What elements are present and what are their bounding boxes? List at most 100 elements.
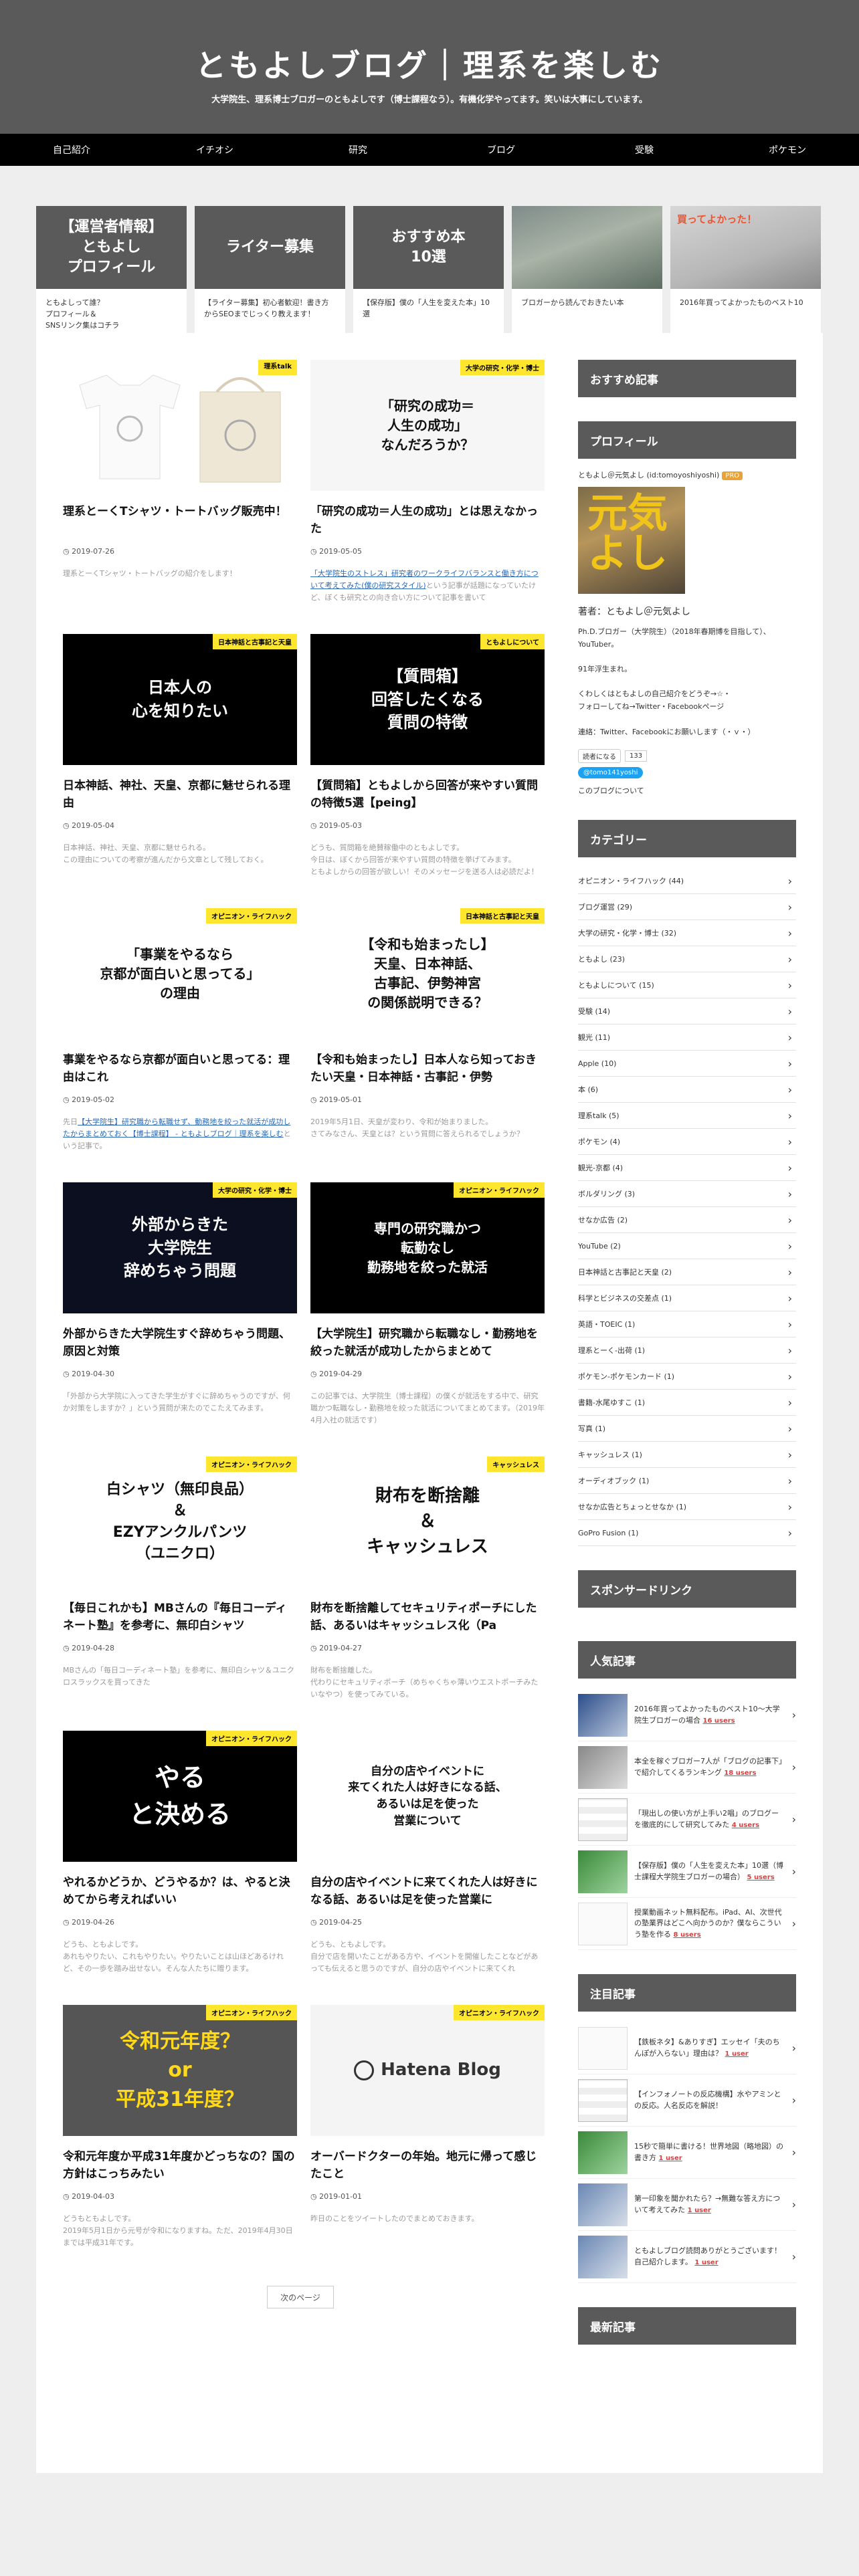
popular-item[interactable]: 【保存版】僕の「人生を変えた本」10選（博士課程大学院生ブロガーの場合） 5 u… — [578, 1846, 796, 1899]
post-tag[interactable]: オピニオン・ライフハック — [206, 908, 297, 924]
post-thumbnail[interactable]: 自分の店やイベントに 来てくれた人は好きになる話、 あるいは足を使った 営業につ… — [310, 1731, 545, 1862]
post-card[interactable]: 日本人の 心を知りたい 日本神話と古事記と天皇 日本神話、神社、天皇、京都に魅せ… — [63, 634, 297, 908]
post-title[interactable]: やれるかどうか、どうやるか？は、やると決めてから考えればいい — [63, 1874, 297, 1910]
post-card[interactable]: 令和元年度？ or 平成31年度？ オピニオン・ライフハック 令和元年度か平成3… — [63, 2005, 297, 2279]
post-tag[interactable]: オピニオン・ライフハック — [206, 1731, 297, 1746]
featured-item[interactable]: 15秒で簡単に書ける！世界地図（略地図）の書き方 1 user › — [578, 2127, 796, 2179]
category-item[interactable]: ともよし (23) › — [578, 946, 796, 973]
profile-id-text[interactable]: ともよし＠元気よし (id:tomoyoshiyoshi) — [578, 471, 719, 479]
site-title[interactable]: ともよしブログ｜理系を楽しむ — [0, 41, 859, 86]
post-thumbnail[interactable]: 【令和も始まったし】 天皇、日本神話、 古事記、伊勢神宮 の関係説明できる？ — [310, 908, 545, 1039]
post-card[interactable]: 【令和も始まったし】 天皇、日本神話、 古事記、伊勢神宮 の関係説明できる？ 日… — [310, 908, 545, 1182]
post-tag[interactable]: ともよしについて — [480, 634, 545, 649]
post-thumbnail[interactable]: 専門の研究職かつ 転勤なし 勤務地を絞った就活 — [310, 1182, 545, 1313]
post-card[interactable]: 「事業をやるなら 京都が面白いと思ってる」 の理由 オピニオン・ライフハック 事… — [63, 908, 297, 1182]
post-card[interactable]: やる と決める オピニオン・ライフハック やれるかどうか、どうやるか？は、やると… — [63, 1731, 297, 2005]
featured-item[interactable]: 【鉄板ネタ】&ありすぎ】エッセイ「夫のちんぽが入らない」理由は？ 1 user › — [578, 2022, 796, 2075]
carousel-card[interactable]: ブロガーから読んでおきたい本 — [512, 206, 662, 342]
bookmark-count[interactable]: 18 users — [724, 1769, 756, 1777]
post-card[interactable]: 専門の研究職かつ 転勤なし 勤務地を絞った就活 オピニオン・ライフハック 【大学… — [310, 1182, 545, 1457]
carousel-card[interactable]: 【運営者情報】 ともよし プロフィール ともよしって誰？ プロフィール＆ SNS… — [36, 206, 187, 342]
about-blog-link[interactable]: このブログについて — [578, 785, 796, 796]
nav-item-pokemon[interactable]: ポケモン — [716, 134, 859, 166]
post-thumbnail[interactable]: 【質問箱】 回答したくなる 質問の特徴 — [310, 634, 545, 765]
category-item[interactable]: 観光 (11) › — [578, 1025, 796, 1051]
category-item[interactable]: 科学とビジネスの交差点 (1) › — [578, 1285, 796, 1312]
category-item[interactable]: ともよしについて (15) › — [578, 972, 796, 999]
category-item[interactable]: ポケモン (4) › — [578, 1129, 796, 1156]
post-tag[interactable]: 大学の研究・化学・博士 — [460, 360, 545, 375]
next-page-button[interactable]: 次のページ — [267, 2286, 334, 2309]
post-card[interactable]: Hatena Blog オピニオン・ライフハック オーバードクターの年始。地元に… — [310, 2005, 545, 2279]
carousel-card[interactable]: ライター募集 【ライター募集】初心者歓迎！書き方からSEOまでじっくり教えます！ — [195, 206, 345, 342]
post-thumbnail[interactable]: 日本人の 心を知りたい — [63, 634, 297, 765]
post-thumbnail[interactable]: 令和元年度？ or 平成31年度？ — [63, 2005, 297, 2136]
featured-item[interactable]: 第一印象を聞かれたら？→無難な答え方について考えてみた 1 user › — [578, 2179, 796, 2232]
bookmark-count[interactable]: 4 users — [732, 1822, 759, 1829]
nav-item-blog[interactable]: ブログ — [430, 134, 573, 166]
post-thumbnail[interactable]: 「研究の成功＝ 人生の成功」 なんだろうか？ — [310, 360, 545, 491]
popular-item[interactable]: 授業動画ネット無料配布。iPad、AI、次世代の塾業界はどこへ向かうのか？僕なら… — [578, 1898, 796, 1951]
category-item[interactable]: 理系talk (5) › — [578, 1103, 796, 1130]
category-item[interactable]: GoPro Fusion (1) › — [578, 1520, 796, 1547]
post-tag[interactable]: 理系talk — [258, 360, 297, 375]
post-tag[interactable]: オピニオン・ライフハック — [454, 2005, 545, 2020]
category-item[interactable]: 本 (6) › — [578, 1077, 796, 1103]
post-title[interactable]: 理系とーくTシャツ・トートバッグ販売中！ — [63, 503, 297, 539]
post-tag[interactable]: キャッシュレス — [487, 1457, 545, 1472]
popular-item[interactable]: 本全を稼ぐブロガー7人が「ブログの記事下」で紹介してくるランキング 18 use… — [578, 1741, 796, 1794]
post-title[interactable]: 【質問箱】ともよしから回答が来やすい質問の特徴5選【peing】 — [310, 777, 545, 813]
bookmark-count[interactable]: 1 user — [688, 2207, 711, 2214]
twitter-follow-button[interactable]: @tomo141yoshi — [578, 767, 644, 779]
bookmark-count[interactable]: 1 user — [725, 2050, 749, 2058]
post-title[interactable]: 事業をやるなら京都が面白いと思ってる：理由はこれ — [63, 1051, 297, 1087]
category-item[interactable]: ボルダリング (3) › — [578, 1181, 796, 1208]
post-tag[interactable]: 大学の研究・化学・博士 — [213, 1182, 297, 1198]
post-tag[interactable]: オピニオン・ライフハック — [206, 1457, 297, 1472]
popular-item[interactable]: 「現出しの使い方が上手い2唱」のブログーを徹底的にして研究してみた 4 user… — [578, 1794, 796, 1846]
post-thumbnail[interactable]: やる と決める — [63, 1731, 297, 1862]
post-title[interactable]: 令和元年度か平成31年度かどっちなの？国の方針はこっちみたい — [63, 2148, 297, 2184]
nav-item-research[interactable]: 研究 — [286, 134, 430, 166]
post-thumbnail[interactable]: 外部からきた 大学院生 辞めちゃう問題 — [63, 1182, 297, 1313]
category-item[interactable]: 書籍-水尾ゆすこ (1) › — [578, 1390, 796, 1416]
post-card[interactable]: 理系talk 理系とーくTシャツ・トートバッグ販売中！ ◷ 2019-07-26… — [63, 360, 297, 634]
nav-item-profile[interactable]: 自己紹介 — [0, 134, 143, 166]
category-item[interactable]: 英語・TOEIC (1) › — [578, 1311, 796, 1338]
bookmark-count[interactable]: 1 user — [694, 2259, 718, 2266]
post-title[interactable]: 日本神話、神社、天皇、京都に魅せられる理由 — [63, 777, 297, 813]
post-title[interactable]: 【令和も始まったし】日本人なら知っておきたい天皇・日本神話・古事記・伊勢 — [310, 1051, 545, 1087]
category-item[interactable]: ポケモン-ポケモンカード (1) › — [578, 1364, 796, 1390]
popular-item[interactable]: 2016年買ってよかったものベスト10〜大学院生ブロガーの場合 16 users… — [578, 1689, 796, 1742]
post-card[interactable]: 「研究の成功＝ 人生の成功」 なんだろうか？ 大学の研究・化学・博士 「研究の成… — [310, 360, 545, 634]
category-item[interactable]: ブログ運営 (29) › — [578, 894, 796, 921]
subscribe-button[interactable]: 読者になる — [578, 749, 621, 764]
category-item[interactable]: 大学の研究・化学・博士 (32) › — [578, 920, 796, 947]
post-thumbnail[interactable]: Hatena Blog — [310, 2005, 545, 2136]
post-tag[interactable]: 日本神話と古事記と天皇 — [460, 908, 545, 924]
category-item[interactable]: 観光-京都 (4) › — [578, 1155, 796, 1182]
post-card[interactable]: 【質問箱】 回答したくなる 質問の特徴 ともよしについて 【質問箱】ともよしから… — [310, 634, 545, 908]
category-item[interactable]: YouTube (2) › — [578, 1233, 796, 1260]
post-title[interactable]: オーバードクターの年始。地元に帰って感じたこと — [310, 2148, 545, 2184]
category-item[interactable]: 受験 (14) › — [578, 998, 796, 1025]
post-title[interactable]: 「研究の成功＝人生の成功」とは思えなかった — [310, 503, 545, 539]
category-item[interactable]: オピニオン・ライフハック (44) › — [578, 868, 796, 895]
post-title[interactable]: 自分の店やイベントに来てくれた人は好きになる話、あるいは足を使った営業に — [310, 1874, 545, 1910]
carousel-card[interactable]: おすすめ本 10選 【保存版】僕の「人生を変えた本」10選 — [353, 206, 504, 342]
post-thumbnail[interactable]: 理系talk — [63, 360, 297, 491]
post-thumbnail[interactable]: 白シャツ（無印良品） ＆ EZYアンクルパンツ （ユニクロ） — [63, 1457, 297, 1588]
excerpt-link[interactable]: 【大学院生】研究職から転職せず、動務地を絞った就活が成功したからまとめておく【博… — [63, 1117, 290, 1138]
carousel-card[interactable]: 買ってよかった！ 2016年買ってよかったものベスト10 — [670, 206, 821, 342]
post-card[interactable]: 自分の店やイベントに 来てくれた人は好きになる話、 あるいは足を使った 営業につ… — [310, 1731, 545, 2005]
post-card[interactable]: 白シャツ（無印良品） ＆ EZYアンクルパンツ （ユニクロ） オピニオン・ライフ… — [63, 1457, 297, 1731]
profile-photo[interactable]: 元気 よし — [578, 487, 685, 594]
featured-item[interactable]: ともよしブログ読問ありがとうございます！自己紹介します。 1 user › — [578, 2231, 796, 2284]
category-item[interactable]: Apple (10) › — [578, 1051, 796, 1077]
category-item[interactable]: せなか広告とちょっとせなか (1) › — [578, 1494, 796, 1521]
category-item[interactable]: 理系とーく-出荷 (1) › — [578, 1337, 796, 1364]
featured-item[interactable]: 【インフォノートの反応機構】水やアミンとの反応。人名反応を解説！ › — [578, 2074, 796, 2127]
post-card[interactable]: 外部からきた 大学院生 辞めちゃう問題 大学の研究・化学・博士 外部からきた大学… — [63, 1182, 297, 1457]
category-item[interactable]: キャッシュレス (1) › — [578, 1442, 796, 1469]
post-card[interactable]: 財布を断捨離 ＆ キャッシュレス キャッシュレス 財布を断捨離してセキュリティポ… — [310, 1457, 545, 1731]
